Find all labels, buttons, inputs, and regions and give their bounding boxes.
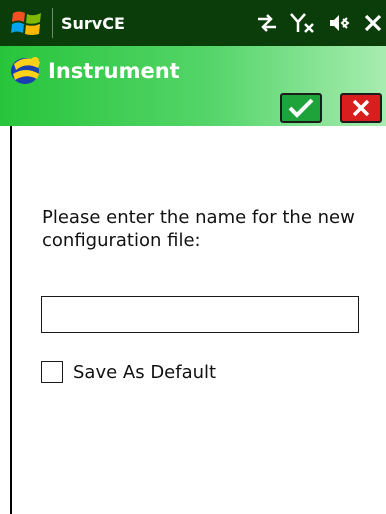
save-default-checkbox-row[interactable]: Save As Default (41, 361, 216, 383)
close-icon[interactable] (364, 14, 382, 32)
dialog-title: Instrument (48, 59, 180, 83)
connectivity-icon[interactable] (256, 14, 278, 32)
save-default-label: Save As Default (73, 361, 217, 383)
prompt-text: Please enter the name for the new config… (42, 206, 372, 252)
cancel-button[interactable] (340, 93, 382, 123)
prompt-line-2: configuration file: (42, 230, 201, 251)
prompt-line-1: Please enter the name for the new (42, 207, 355, 228)
left-border (10, 126, 12, 514)
status-bar: SurvCE (0, 0, 386, 46)
dialog-header: Instrument (0, 46, 386, 126)
system-tray (256, 0, 382, 46)
carlson-logo-icon (8, 52, 46, 88)
screen: SurvCE Instrument Please enter the name … (0, 0, 386, 514)
app-name: SurvCE (61, 13, 125, 33)
ok-button[interactable] (280, 93, 322, 123)
volume-muted-icon[interactable] (328, 13, 352, 33)
x-icon (352, 99, 370, 117)
config-name-input[interactable] (41, 296, 359, 333)
save-default-checkbox[interactable] (41, 361, 63, 383)
statusbar-separator (52, 8, 53, 38)
no-signal-icon[interactable] (290, 12, 316, 34)
checkmark-icon (288, 98, 314, 118)
windows-start-icon[interactable] (6, 4, 48, 42)
